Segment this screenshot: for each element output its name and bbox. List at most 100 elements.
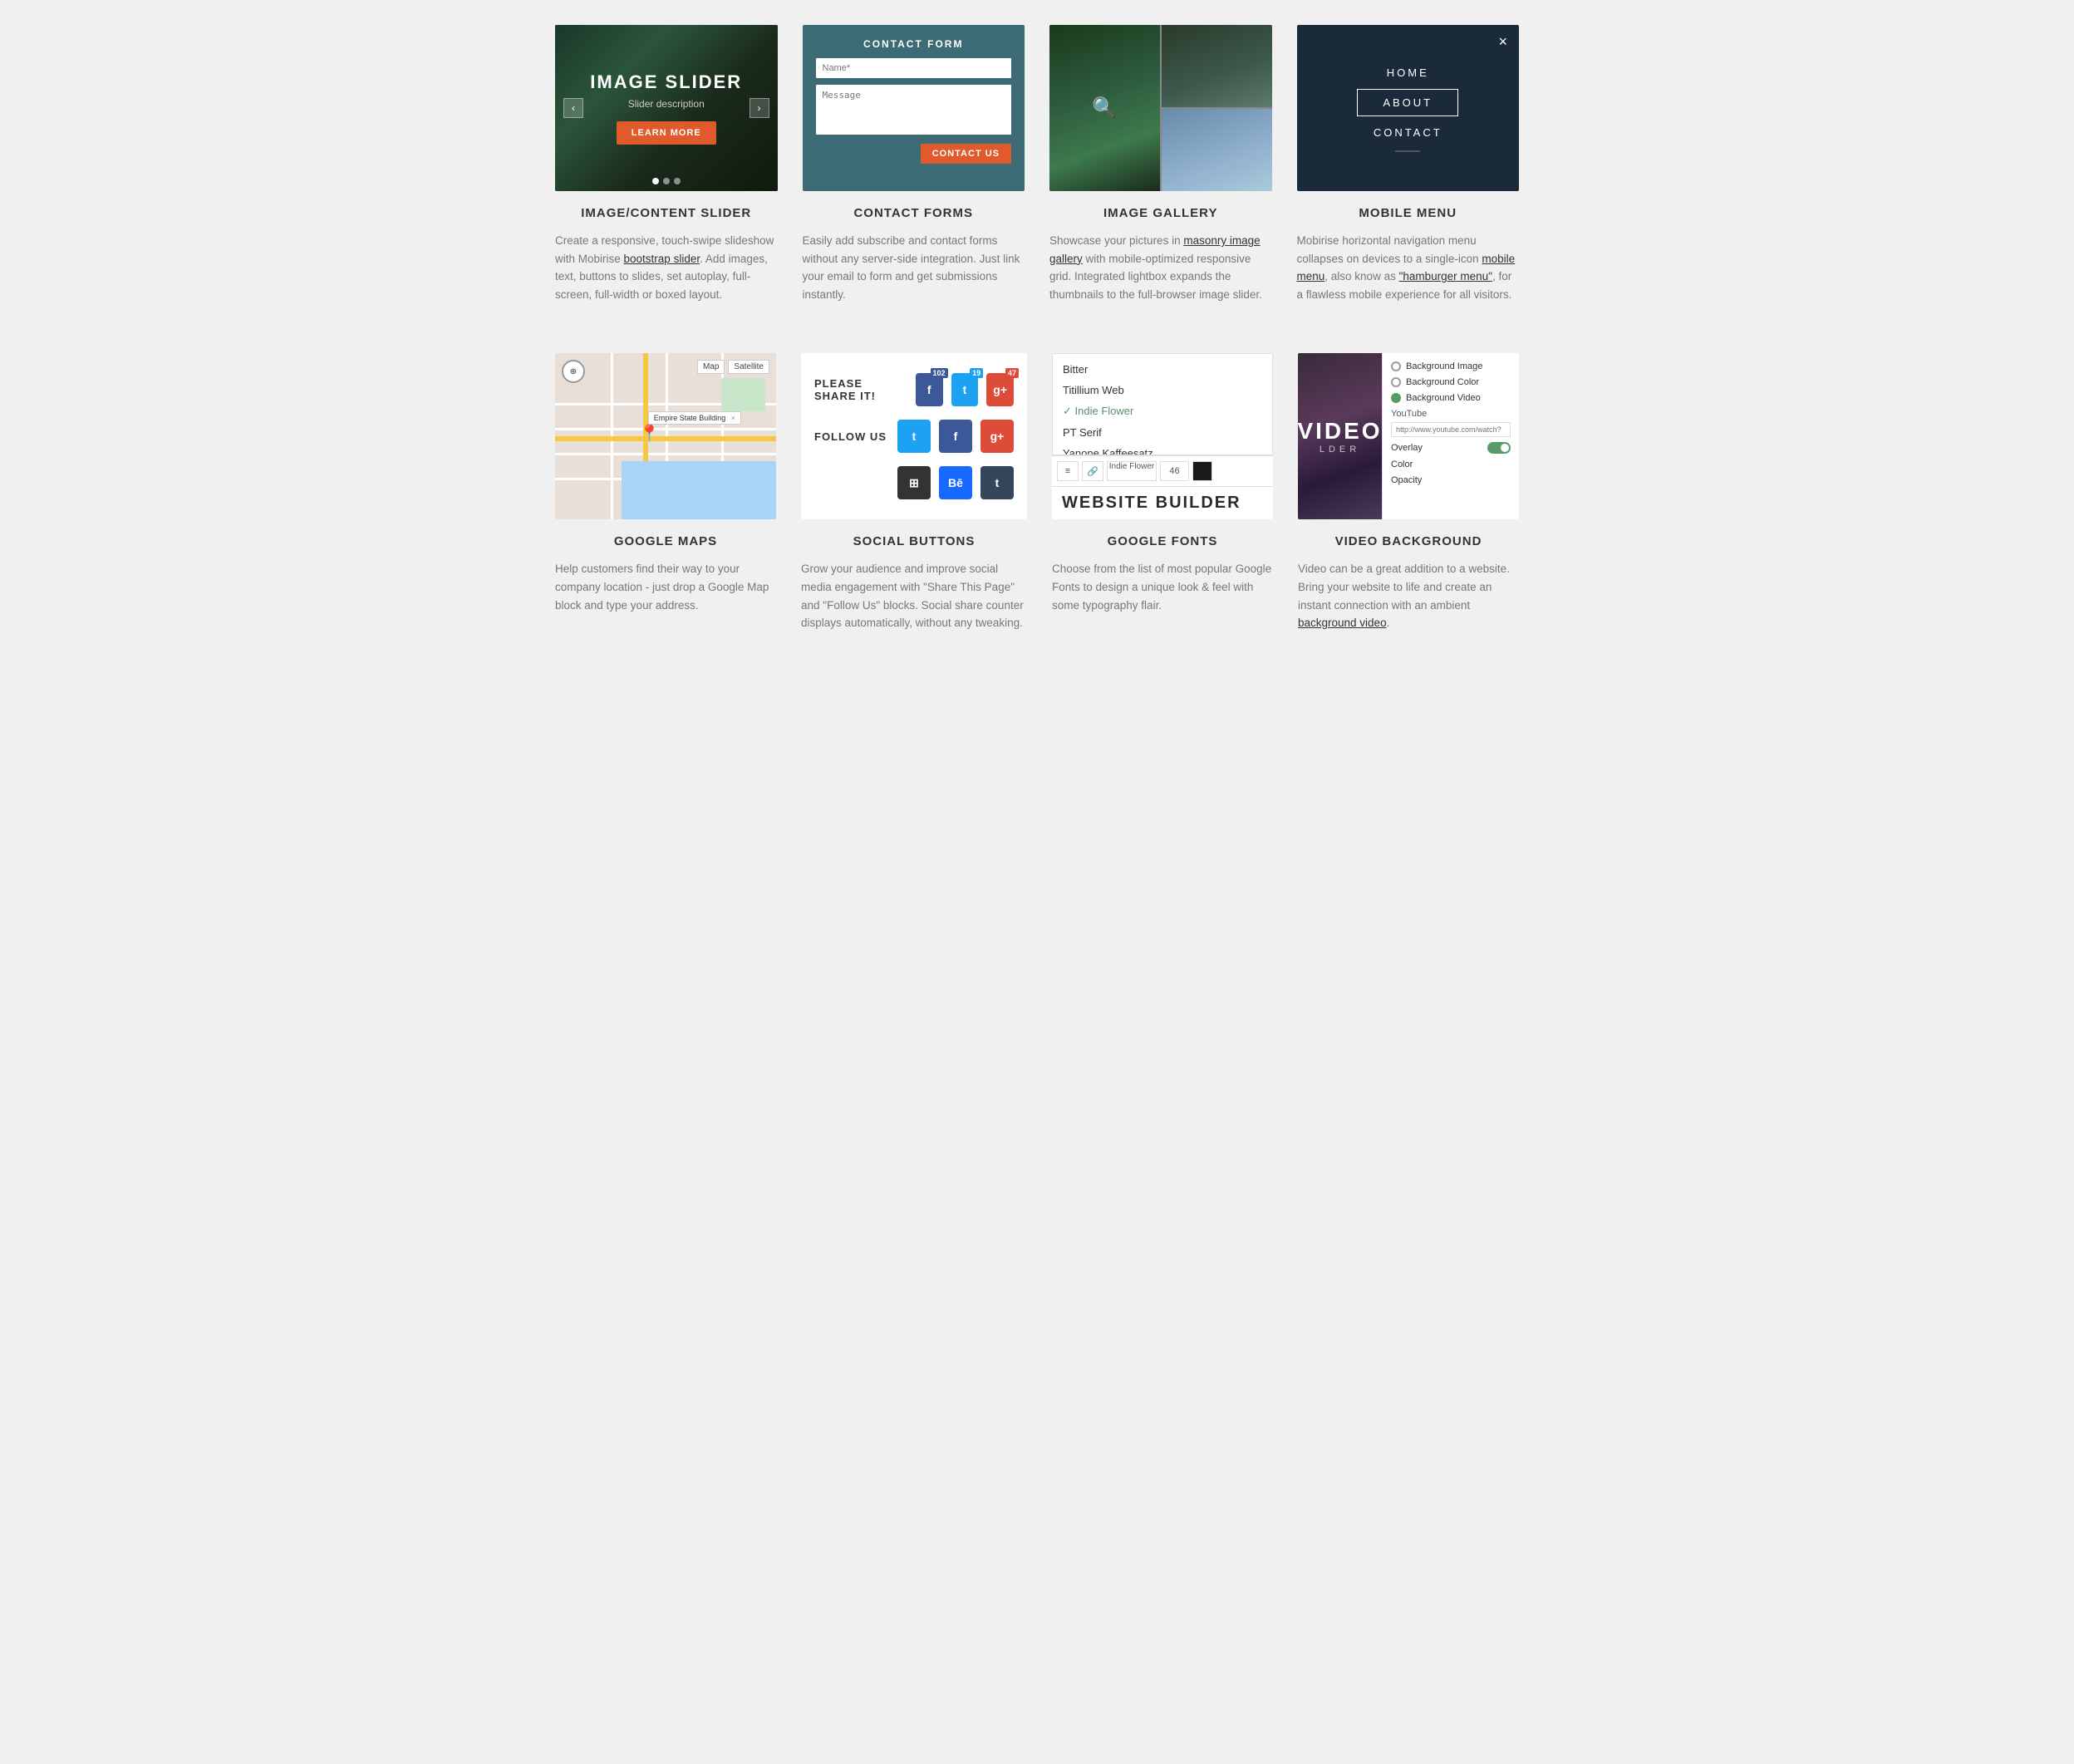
overlay-toggle[interactable] xyxy=(1487,442,1511,454)
social-follow-row2: ⊞ Bē t xyxy=(897,466,1014,499)
maps-satellite-btn[interactable]: Satellite xyxy=(728,360,769,374)
slider-arrow-right[interactable]: › xyxy=(749,98,769,118)
mobile-menu-item-contact[interactable]: CONTACT xyxy=(1297,120,1520,145)
twitter-follow-icon: t xyxy=(912,430,917,443)
youtube-url-input[interactable] xyxy=(1391,422,1511,437)
gallery-preview: 🔍 xyxy=(1049,25,1272,191)
social-follow-twitter[interactable]: t xyxy=(897,420,931,453)
masonry-gallery-link[interactable]: masonry image gallery xyxy=(1049,234,1261,265)
card-google-maps: Map Satellite ⊕ 📍 Empire State Building … xyxy=(555,353,776,631)
social-follow-facebook[interactable]: f xyxy=(939,420,972,453)
card-desc-gallery: Showcase your pictures in masonry image … xyxy=(1049,232,1272,303)
facebook-badge: 102 xyxy=(931,368,948,378)
twitter-icon: t xyxy=(963,383,967,396)
slider-dot-3[interactable] xyxy=(674,178,681,184)
gplus-follow-icon: g+ xyxy=(990,430,1005,443)
background-video-link[interactable]: background video xyxy=(1298,617,1387,629)
social-share-twitter[interactable]: t 19 xyxy=(951,373,979,406)
overlay-label: Overlay xyxy=(1391,443,1423,453)
maps-preview[interactable]: Map Satellite ⊕ 📍 Empire State Building … xyxy=(555,353,776,519)
maps-controls: Map Satellite xyxy=(697,360,769,374)
video-preview-container: VIDEO LDER Background Image Background C… xyxy=(1298,353,1519,519)
opacity-label: Opacity xyxy=(1391,475,1422,485)
row2-grid: Map Satellite ⊕ 📍 Empire State Building … xyxy=(555,353,1519,631)
hamburger-menu-link[interactable]: "hamburger menu" xyxy=(1399,270,1492,283)
social-follow-gplus[interactable]: g+ xyxy=(980,420,1014,453)
contact-preview-container: CONTACT FORM CONTACT US xyxy=(803,25,1025,191)
color-row: Color xyxy=(1391,459,1511,469)
radio-bg-color[interactable] xyxy=(1391,377,1401,387)
contact-name-input[interactable] xyxy=(816,58,1012,78)
video-preview: VIDEO LDER Background Image Background C… xyxy=(1298,353,1519,519)
slider-dot-2[interactable] xyxy=(663,178,670,184)
radio-bg-image[interactable] xyxy=(1391,361,1401,371)
github-icon: ⊞ xyxy=(909,476,919,490)
slider-title: IMAGE SLIDER xyxy=(590,71,742,93)
gplus-badge: 47 xyxy=(1005,368,1019,378)
card-title-maps: GOOGLE MAPS xyxy=(555,534,776,548)
row1-grid: ‹ IMAGE SLIDER Slider description LEARN … xyxy=(555,25,1519,303)
card-social-buttons: PLEASE SHARE IT! f 102 t 19 g+ 47 xyxy=(801,353,1027,631)
gallery-cell-top-right[interactable] xyxy=(1162,25,1272,107)
fonts-size-input[interactable] xyxy=(1160,461,1189,481)
contact-submit-button[interactable]: CONTACT US xyxy=(921,144,1011,164)
card-contact-forms: CONTACT FORM CONTACT US CONTACT FORMS Ea… xyxy=(803,25,1025,303)
card-desc-slider: Create a responsive, touch-swipe slidesh… xyxy=(555,232,778,303)
fonts-dropdown[interactable]: Bitter Titillium Web Indie Flower PT Ser… xyxy=(1052,353,1273,455)
maps-water xyxy=(622,461,776,519)
card-google-fonts: Bitter Titillium Web Indie Flower PT Ser… xyxy=(1052,353,1273,631)
maps-map-btn[interactable]: Map xyxy=(697,360,725,374)
font-pt-serif[interactable]: PT Serif xyxy=(1053,422,1272,443)
page-wrapper: ‹ IMAGE SLIDER Slider description LEARN … xyxy=(538,0,1536,699)
bg-color-label: Background Color xyxy=(1406,377,1479,387)
video-option-bg-image[interactable]: Background Image xyxy=(1391,361,1511,371)
bootstrap-slider-link[interactable]: bootstrap slider xyxy=(624,253,700,265)
social-follow-github[interactable]: ⊞ xyxy=(897,466,931,499)
font-yanone[interactable]: Yanone Kaffeesatz xyxy=(1053,443,1272,455)
slider-dot-1[interactable] xyxy=(652,178,659,184)
maps-label-close[interactable]: × xyxy=(731,414,735,422)
social-follow-behance[interactable]: Bē xyxy=(939,466,972,499)
fonts-align-left-button[interactable]: ≡ xyxy=(1057,461,1079,481)
bg-image-label: Background Image xyxy=(1406,361,1482,371)
mobile-menu-item-about[interactable]: ABOUT xyxy=(1357,89,1458,116)
radio-bg-video[interactable] xyxy=(1391,393,1401,403)
maps-preview-container: Map Satellite ⊕ 📍 Empire State Building … xyxy=(555,353,776,519)
social-preview: PLEASE SHARE IT! f 102 t 19 g+ 47 xyxy=(801,353,1027,519)
social-follow-row: FOLLOW US t f g+ xyxy=(814,420,1014,453)
fonts-text-preview: WEBSITE BUILDER xyxy=(1052,486,1273,519)
gallery-cell-large[interactable]: 🔍 xyxy=(1049,25,1160,191)
contact-preview: CONTACT FORM CONTACT US xyxy=(803,25,1025,191)
slider-preview: ‹ IMAGE SLIDER Slider description LEARN … xyxy=(555,25,778,191)
slider-dots xyxy=(652,178,681,184)
slider-preview-container: ‹ IMAGE SLIDER Slider description LEARN … xyxy=(555,25,778,191)
mobile-menu-preview-container: × HOME ABOUT CONTACT xyxy=(1297,25,1520,191)
fonts-link-button[interactable]: 🔗 xyxy=(1082,461,1103,481)
social-share-gplus[interactable]: g+ 47 xyxy=(986,373,1014,406)
social-share-row: PLEASE SHARE IT! f 102 t 19 g+ 47 xyxy=(814,373,1014,406)
social-follow-tumblr[interactable]: t xyxy=(980,466,1014,499)
fonts-preview-container: Bitter Titillium Web Indie Flower PT Ser… xyxy=(1052,353,1273,519)
social-share-facebook[interactable]: f 102 xyxy=(916,373,943,406)
mobile-menu-item-home[interactable]: HOME xyxy=(1297,60,1520,86)
font-titillium[interactable]: Titillium Web xyxy=(1053,380,1272,400)
video-option-bg-video[interactable]: Background Video xyxy=(1391,393,1511,403)
card-image-slider: ‹ IMAGE SLIDER Slider description LEARN … xyxy=(555,25,778,303)
maps-pin: 📍 xyxy=(639,423,660,444)
fonts-color-picker[interactable] xyxy=(1192,461,1212,481)
facebook-icon: f xyxy=(927,383,931,396)
video-option-bg-color[interactable]: Background Color xyxy=(1391,377,1511,387)
card-title-slider: IMAGE/CONTENT SLIDER xyxy=(555,206,778,220)
behance-icon: Bē xyxy=(948,476,963,489)
contact-form-header: CONTACT FORM xyxy=(816,38,1012,50)
slider-content: IMAGE SLIDER Slider description LEARN MO… xyxy=(590,71,742,145)
slider-arrow-left[interactable]: ‹ xyxy=(563,98,583,118)
gallery-cell-bottom-right[interactable] xyxy=(1162,109,1272,191)
font-indie-flower[interactable]: Indie Flower xyxy=(1053,400,1272,422)
card-desc-video: Video can be a great addition to a websi… xyxy=(1298,560,1519,631)
mobile-menu-close-icon[interactable]: × xyxy=(1498,33,1507,51)
card-mobile-menu: × HOME ABOUT CONTACT MOBILE MENU Mobiris… xyxy=(1297,25,1520,303)
font-bitter[interactable]: Bitter xyxy=(1053,359,1272,380)
contact-message-textarea[interactable] xyxy=(816,85,1012,135)
slider-learn-more-button[interactable]: LEARN MORE xyxy=(617,121,716,145)
